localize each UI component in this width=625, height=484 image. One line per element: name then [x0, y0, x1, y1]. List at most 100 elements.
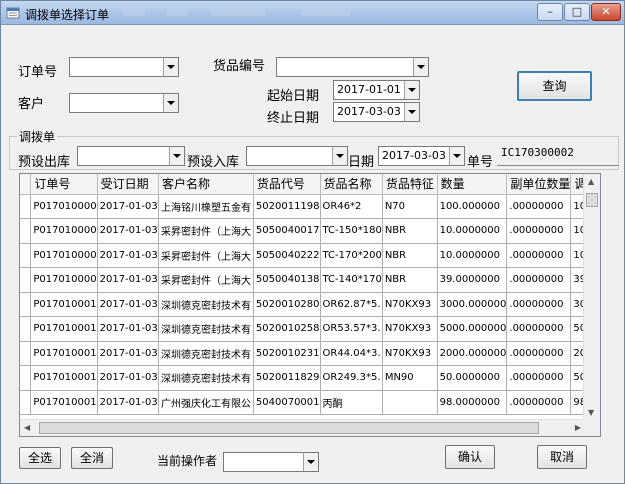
scroll-down-icon[interactable]: ▼: [588, 408, 594, 417]
out-store-combo[interactable]: [77, 146, 185, 166]
chevron-down-icon[interactable]: [163, 58, 178, 76]
confirm-button[interactable]: 确认: [445, 445, 495, 469]
in-store-label: 预设入库: [187, 155, 240, 170]
row-selector[interactable]: [20, 194, 32, 219]
scroll-left-icon[interactable]: ◀: [24, 423, 30, 432]
goods-code-label: 货品编号: [213, 59, 266, 74]
table-row[interactable]: P017010001 2017-01-03 深圳德克密封技术有 50200102…: [20, 292, 600, 317]
cancel-button[interactable]: 取消: [537, 445, 587, 469]
cell: .00000000: [506, 218, 572, 244]
horizontal-scroll-thumb[interactable]: [39, 422, 539, 434]
window-title: 调拨单选择订单: [25, 8, 110, 22]
table-row[interactable]: P017010000 2017-01-03 采昇密封件（上海大 50500402…: [20, 243, 600, 268]
cell: .00000000: [506, 194, 572, 219]
table-row[interactable]: P017010001 2017-01-03 广州强庆化工有限公 50400700…: [20, 390, 600, 415]
clear-all-button[interactable]: 全消: [71, 447, 113, 469]
row-selector[interactable]: [20, 390, 32, 415]
cell: N70KX93: [382, 316, 438, 342]
blurred-title-decoration: [123, 8, 145, 16]
close-button[interactable]: ✕: [591, 3, 621, 21]
chevron-down-icon[interactable]: [332, 147, 347, 165]
cell: P017010001: [30, 365, 98, 391]
cell: 2017-01-03: [97, 267, 159, 293]
row-selector-header: [20, 174, 32, 195]
cell: .00000000: [506, 365, 572, 391]
cell: 深圳德克密封技术有: [158, 292, 254, 317]
row-selector[interactable]: [20, 218, 32, 244]
cell: 5020010280: [253, 292, 321, 317]
cell: MN90: [382, 365, 438, 391]
orders-grid[interactable]: 订单号 受订日期 客户名称 货品代号 货品名称 货品特征 数量 副单位数量 调拨…: [19, 173, 601, 437]
row-selector[interactable]: [20, 365, 32, 391]
cell: .00000000: [506, 390, 572, 415]
operator-combo[interactable]: [223, 452, 319, 472]
column-header[interactable]: 订单号: [30, 174, 98, 195]
cell: 丙酮: [320, 390, 383, 415]
transfer-date-picker[interactable]: 2017-03-03: [378, 146, 465, 166]
row-selector[interactable]: [20, 341, 32, 366]
row-selector[interactable]: [20, 267, 32, 293]
cell: 5020010231: [253, 341, 321, 366]
chevron-down-icon[interactable]: [169, 147, 184, 165]
minimize-button[interactable]: –: [537, 3, 563, 21]
select-all-button[interactable]: 全选: [19, 447, 61, 469]
column-header[interactable]: 货品代号: [253, 174, 321, 195]
vertical-scrollbar[interactable]: ▲ ▼: [583, 174, 600, 420]
column-header[interactable]: 货品名称: [320, 174, 383, 195]
chevron-down-icon[interactable]: [303, 453, 318, 471]
cell: NBR: [382, 267, 438, 293]
column-header[interactable]: 数量: [437, 174, 508, 195]
table-row[interactable]: P017010001 2017-01-03 深圳德克密封技术有 50200118…: [20, 365, 600, 391]
bill-no-value: IC170300002: [501, 146, 574, 159]
cell: OR249.3*5.: [320, 365, 383, 391]
start-date-label: 起始日期: [267, 89, 320, 104]
column-header[interactable]: 受订日期: [97, 174, 159, 195]
chevron-down-icon[interactable]: [404, 103, 419, 121]
column-header[interactable]: 副单位数量: [506, 174, 572, 195]
chevron-down-icon[interactable]: [163, 94, 178, 112]
table-row[interactable]: P017010000 2017-01-03 采昇密封件（上海大 50500400…: [20, 218, 600, 244]
scroll-up-icon[interactable]: ▲: [588, 177, 594, 186]
cell: .00000000: [506, 341, 572, 366]
in-store-combo[interactable]: [246, 146, 348, 166]
goods-code-combo[interactable]: [276, 57, 429, 77]
column-header[interactable]: 客户名称: [158, 174, 254, 195]
customer-combo[interactable]: [69, 93, 179, 113]
table-row[interactable]: P017010000 2017-01-03 采昇密封件（上海大 50500401…: [20, 267, 600, 293]
column-header[interactable]: 货品特征: [382, 174, 438, 195]
operator-label: 当前操作者: [157, 454, 218, 468]
cell: P017010000: [30, 243, 98, 268]
blurred-title-decoration: [166, 8, 188, 16]
chevron-down-icon[interactable]: [413, 58, 428, 76]
cell: N70: [382, 194, 438, 219]
end-date-picker[interactable]: 2017-03-03: [333, 102, 420, 122]
chevron-down-icon[interactable]: [449, 147, 464, 165]
table-row[interactable]: P017010000 2017-01-03 上海铭川橡塑五金有 50200111…: [20, 194, 600, 219]
cell: 5020010258: [253, 316, 321, 342]
row-selector[interactable]: [20, 292, 32, 317]
scrollbar-corner: [583, 419, 600, 436]
cell: .00000000: [506, 267, 572, 293]
cell: .00000000: [506, 243, 572, 268]
maximize-button[interactable]: □: [564, 3, 590, 21]
vertical-scroll-thumb[interactable]: [586, 193, 598, 207]
row-selector[interactable]: [20, 316, 32, 342]
chevron-down-icon[interactable]: [404, 81, 419, 99]
cell: 5040070001: [253, 390, 321, 415]
cell: .00000000: [506, 316, 572, 342]
cell: NBR: [382, 218, 438, 244]
table-header-row: 订单号 受订日期 客户名称 货品代号 货品名称 货品特征 数量 副单位数量 调拨: [20, 174, 600, 195]
cell: .00000000: [506, 292, 572, 317]
title-bar[interactable]: 调拨单选择订单 – □ ✕: [1, 1, 624, 25]
row-selector[interactable]: [20, 243, 32, 268]
scroll-right-icon[interactable]: ▶: [575, 423, 581, 432]
cell: 39.0000000: [437, 267, 508, 293]
table-row[interactable]: P017010001 2017-01-03 深圳德克密封技术有 50200102…: [20, 341, 600, 366]
start-date-picker[interactable]: 2017-01-01: [333, 80, 420, 100]
horizontal-scrollbar[interactable]: ◀ ▶: [20, 419, 585, 436]
query-button[interactable]: 查询: [517, 71, 592, 101]
cell: 5000.000000: [437, 316, 508, 342]
order-no-combo[interactable]: [69, 57, 179, 77]
table-row[interactable]: P017010001 2017-01-03 深圳德克密封技术有 50200102…: [20, 316, 600, 342]
cell: 深圳德克密封技术有: [158, 316, 254, 342]
